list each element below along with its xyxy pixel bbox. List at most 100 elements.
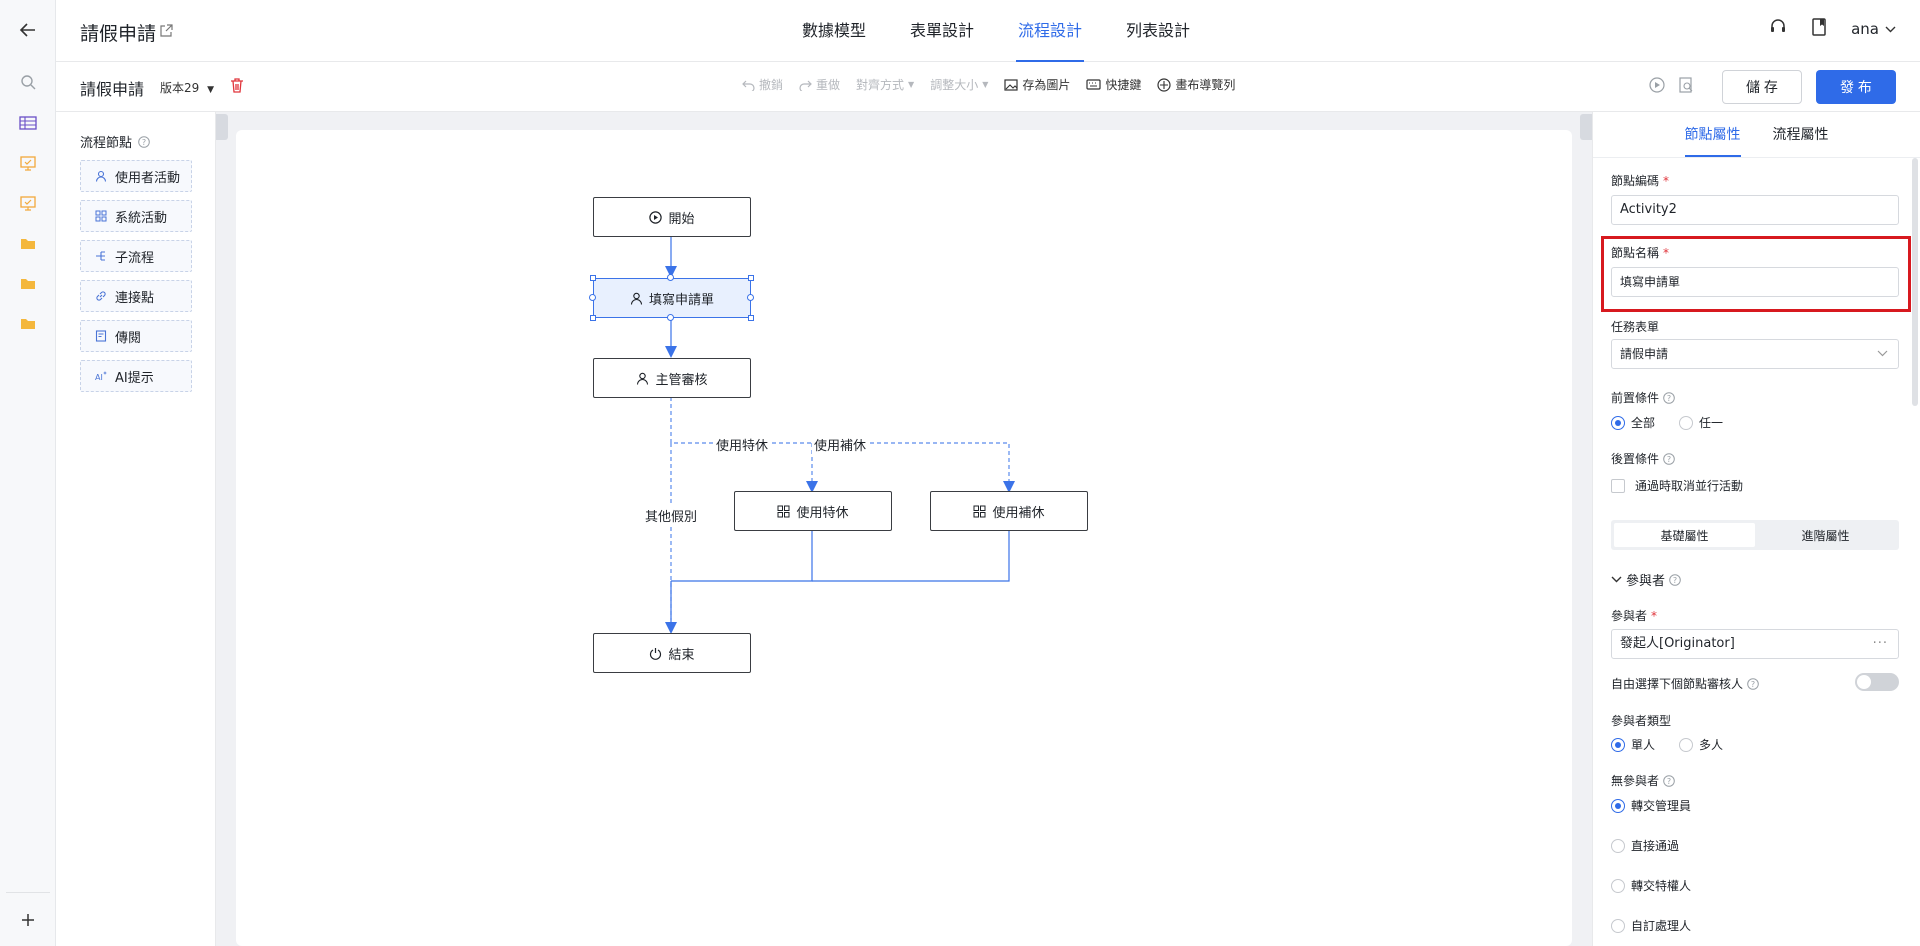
book-icon[interactable]	[1811, 18, 1827, 40]
node-item-ai-prompt[interactable]: AI AI提示	[80, 360, 192, 392]
tab-form-design[interactable]: 表單設計	[908, 0, 976, 62]
post-cond-checkbox[interactable]: 通過時取消並行活動	[1611, 477, 1743, 494]
participant-input[interactable]: 發起人[Originator] ···	[1611, 629, 1899, 659]
resize-handle[interactable]	[590, 315, 596, 321]
table-icon[interactable]	[18, 113, 38, 133]
edge-label-special[interactable]: 使用特休	[714, 435, 771, 454]
undo-button[interactable]: 撤銷	[742, 76, 783, 93]
headset-icon[interactable]	[1769, 18, 1787, 40]
collapse-left-handle[interactable]	[216, 114, 228, 140]
node-name-label: 節點名稱 *	[1611, 244, 1669, 261]
folder-icon-2[interactable]	[18, 273, 38, 293]
edge-comp-end	[812, 530, 1010, 582]
help-icon: ?	[1747, 677, 1759, 690]
flow-node-special-leave[interactable]: 使用特休	[734, 491, 892, 531]
scrollbar[interactable]	[1912, 158, 1918, 406]
no-participant-option-pass[interactable]: 直接通過	[1611, 837, 1679, 854]
flow-node-start[interactable]: 開始	[593, 197, 751, 237]
node-item-user-activity[interactable]: 使用者活動	[80, 160, 192, 192]
canvas-nav-button[interactable]: 畫布導覽列	[1157, 76, 1235, 93]
redo-label: 重做	[816, 78, 841, 92]
label-text: 無參與者	[1611, 774, 1660, 788]
node-item-connector[interactable]: 連接點	[80, 280, 192, 312]
no-participant-option-admin[interactable]: 轉交管理員	[1611, 797, 1691, 814]
connect-handle[interactable]	[747, 294, 754, 301]
node-item-system-activity[interactable]: 系統活動	[80, 200, 192, 232]
segment-advanced[interactable]: 進階屬性	[1755, 523, 1896, 547]
edge-label-other[interactable]: 其他假別	[643, 506, 700, 525]
more-icon[interactable]: ···	[1873, 630, 1888, 658]
subflow-icon	[96, 251, 105, 261]
redo-button[interactable]: 重做	[799, 76, 840, 93]
node-code-input[interactable]: Activity2	[1611, 195, 1899, 225]
keyboard-icon	[1086, 79, 1101, 90]
back-arrow-icon[interactable]	[18, 20, 38, 40]
search-doc-icon[interactable]	[1679, 77, 1694, 97]
flow-node-label: 結束	[668, 647, 695, 663]
tab-flow-properties[interactable]: 流程屬性	[1773, 112, 1829, 157]
flow-node-fill-form[interactable]: 填寫申請單	[593, 278, 751, 318]
tab-flow-design[interactable]: 流程設計	[1016, 0, 1085, 62]
connect-handle[interactable]	[589, 294, 596, 301]
segment-basic[interactable]: 基礎屬性	[1614, 523, 1755, 547]
grid-icon	[973, 505, 986, 517]
participant-type-single[interactable]: 單人	[1611, 736, 1655, 753]
edge-label-comp[interactable]: 使用補休	[812, 435, 869, 454]
connect-handle[interactable]	[667, 314, 674, 321]
node-item-label: 連接點	[115, 290, 155, 306]
participants-section[interactable]: 參與者 ?	[1611, 570, 1681, 589]
version-select[interactable]: 版本29 ▼	[152, 76, 222, 100]
node-name-input[interactable]: 填寫申請單	[1611, 267, 1899, 297]
play-icon[interactable]	[1649, 77, 1665, 97]
plus-icon[interactable]	[18, 910, 38, 930]
radio-label: 轉交管理員	[1631, 799, 1692, 813]
radio-dot	[1679, 737, 1694, 752]
checkbox[interactable]	[1611, 478, 1625, 493]
flow-node-manager-review[interactable]: 主管審核	[593, 358, 751, 398]
version-label: 版本29	[160, 81, 200, 95]
pre-cond-any[interactable]: 任一	[1679, 414, 1723, 431]
save-image-button[interactable]: 存為圖片	[1004, 76, 1070, 93]
monitor-icon-2[interactable]	[18, 193, 38, 213]
node-item-subflow[interactable]: 子流程	[80, 240, 192, 272]
node-panel-title: 流程節點	[80, 136, 133, 151]
free-select-toggle[interactable]	[1855, 673, 1899, 691]
search-icon[interactable]	[18, 72, 38, 92]
form-name: 請假申請	[80, 80, 145, 99]
connect-handle[interactable]	[667, 274, 674, 281]
resize-handle[interactable]	[590, 275, 596, 281]
participant-type-multi[interactable]: 多人	[1679, 736, 1723, 753]
tab-node-properties[interactable]: 節點屬性	[1684, 112, 1741, 157]
resize-button[interactable]: 調整大小 ▼	[930, 76, 988, 93]
node-item-circulate[interactable]: 傳閱	[80, 320, 192, 352]
no-participant-option-custom[interactable]: 自訂處理人	[1611, 917, 1691, 934]
label-text: 前置條件	[1611, 391, 1660, 405]
monitor-icon[interactable]	[18, 153, 38, 173]
participant-type-radios: 單人 多人	[1611, 736, 1723, 753]
external-link-icon[interactable]	[160, 22, 173, 41]
trash-icon[interactable]	[230, 78, 244, 97]
publish-button[interactable]: 發 布	[1816, 70, 1896, 104]
help-icon: ?	[1663, 774, 1675, 787]
resize-handle[interactable]	[748, 315, 754, 321]
svg-text:?: ?	[1673, 576, 1677, 585]
radio-label: 全部	[1631, 416, 1656, 430]
align-button[interactable]: 對齊方式 ▼	[856, 76, 914, 93]
pre-cond-all[interactable]: 全部	[1611, 414, 1655, 431]
tab-list-design[interactable]: 列表設計	[1124, 0, 1192, 62]
collapse-right-handle[interactable]	[1580, 114, 1592, 140]
save-button[interactable]: 儲 存	[1722, 70, 1802, 104]
user-menu[interactable]: ana	[1851, 20, 1896, 38]
resize-handle[interactable]	[748, 275, 754, 281]
folder-icon-3[interactable]	[18, 313, 38, 333]
flow-node-end[interactable]: 結束	[593, 633, 751, 673]
folder-icon[interactable]	[18, 233, 38, 253]
flow-canvas[interactable]: 開始 填寫申請單 主管審核 使用特休 使用補休 結束 使用特休 使用補休 其他假…	[236, 130, 1572, 946]
flow-node-comp-leave[interactable]: 使用補休	[930, 491, 1088, 531]
link-icon	[96, 291, 106, 301]
shortcut-button[interactable]: 快捷鍵	[1086, 76, 1141, 93]
task-form-select[interactable]: 請假申請	[1611, 339, 1899, 369]
tab-data-model[interactable]: 數據模型	[800, 0, 868, 62]
participant-type-label: 參與者類型	[1611, 714, 1672, 728]
no-participant-option-privileged[interactable]: 轉交特權人	[1611, 877, 1691, 894]
